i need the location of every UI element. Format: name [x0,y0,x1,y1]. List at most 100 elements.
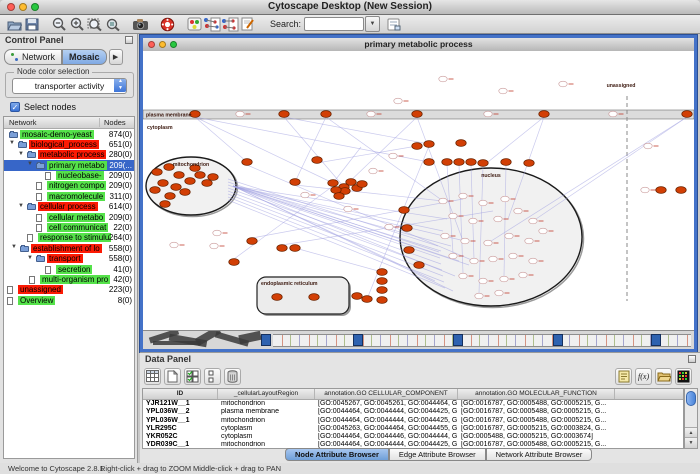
column-header-0[interactable]: ID [143,389,218,399]
network-node[interactable] [171,184,181,191]
annotation-icon[interactable] [239,16,257,32]
table-row-YPL036W__2[interactable]: YPL036W__2plasma membrane[GO:0044464, GO… [143,408,683,416]
table-row-YPL036W__1[interactable]: YPL036W__1mitochondrion[GO:0044464, GO:0… [143,417,683,425]
network-node[interactable] [509,253,517,259]
network-node[interactable] [449,213,457,219]
network-node[interactable] [475,293,483,299]
network-node[interactable] [439,76,447,82]
network-node[interactable] [412,143,422,150]
network-node[interactable] [328,180,338,187]
network-node[interactable] [478,160,488,167]
search-input[interactable] [304,17,364,31]
table-scrollbar[interactable]: ▲ ▼ [684,388,698,449]
network-node[interactable] [442,159,452,166]
network-node[interactable] [272,294,282,301]
network-node[interactable] [150,187,160,194]
network-node[interactable] [441,233,449,239]
column-header-3[interactable]: annotation.GO MOLECULAR_FUNCTION [458,389,615,399]
network-node[interactable] [229,259,239,266]
network-node[interactable] [529,218,537,224]
tree-item-primary-metabo[interactable]: ▼primary metabo209(... [4,160,134,170]
network-node[interactable] [404,247,414,254]
float-panel-icon[interactable] [125,36,133,44]
tree-item-secretion[interactable]: secretion41(0) [4,264,134,274]
network-node[interactable] [514,208,522,214]
network-view-titlebar[interactable]: primary metabolic process [143,38,694,52]
network-node[interactable] [158,180,168,187]
tree-item-transport[interactable]: ▼transport558(0) [4,254,134,264]
network-node[interactable] [454,159,464,166]
network-node[interactable] [180,189,190,196]
layout-network-b-icon[interactable] [221,16,239,32]
network-node[interactable] [456,140,466,147]
network-node[interactable] [290,245,300,252]
tab-mosaic[interactable]: Mosaic [62,49,107,65]
attribute-table-icon[interactable] [144,368,161,385]
network-node[interactable] [470,258,478,264]
network-node[interactable] [412,111,422,118]
network-node[interactable] [377,287,387,294]
network-node[interactable] [500,276,508,282]
scrollbar-thumb[interactable] [686,391,696,406]
unselect-attributes-icon[interactable] [204,368,221,385]
network-node[interactable] [524,160,534,167]
float-panel-icon[interactable] [688,355,696,363]
network-node[interactable] [195,172,205,179]
tab-network-attribute-browser[interactable]: Network Attribute Browser [486,448,593,461]
network-node[interactable] [559,81,567,87]
network-node[interactable] [539,228,547,234]
network-node[interactable] [208,174,218,181]
network-node[interactable] [309,294,319,301]
snapshot-camera-icon[interactable] [131,16,149,32]
zoom-in-icon[interactable] [68,16,86,32]
zoom-selected-icon[interactable] [104,16,122,32]
network-node[interactable] [501,159,511,166]
network-node[interactable] [494,216,502,222]
tree-item-cellular-process[interactable]: ▼cellular process614(0) [4,202,134,212]
disclosure-triangle-icon[interactable]: ▼ [27,255,33,261]
network-node[interactable] [210,243,218,249]
network-node[interactable] [202,180,212,187]
vizmapper-icon[interactable] [185,16,203,32]
zoom-fit-icon[interactable] [86,16,104,32]
network-node[interactable] [414,262,424,269]
network-node[interactable] [529,258,537,264]
network-node[interactable] [277,245,287,252]
network-node[interactable] [213,230,221,236]
network-node[interactable] [676,187,686,194]
network-node[interactable] [459,273,467,279]
network-node[interactable] [424,141,434,148]
network-node[interactable] [501,196,509,202]
attribute-editor-icon[interactable] [385,16,403,32]
network-node[interactable] [362,296,372,303]
table-row-YLR295C[interactable]: YLR295Ccytoplasm[GO:0045263, GO:0044464,… [143,425,683,433]
search-dropdown-arrow-icon[interactable]: ▼ [365,16,380,32]
column-header-1[interactable]: _cellularLayoutRegion [218,389,315,399]
network-node[interactable] [609,111,617,117]
network-node[interactable] [539,111,549,118]
tree-item-establishment-of-lo[interactable]: ▼establishment of lo558(0) [4,243,134,253]
network-node[interactable] [399,207,409,214]
table-row-YJR121W__1[interactable]: YJR121W__1mitochondrion[GO:0045267, GO:0… [143,400,683,408]
network-node[interactable] [367,111,375,117]
network-node[interactable] [449,253,457,259]
network-node[interactable] [346,179,356,186]
network-node[interactable] [402,225,412,232]
network-node[interactable] [682,111,692,118]
tree-item-nitrogen-compo[interactable]: nitrogen compo209(0) [4,181,134,191]
save-session-button[interactable] [23,16,41,32]
column-header-2[interactable]: annotation.GO CELLULAR_COMPONENT [315,389,458,399]
tree-item-macromolecule[interactable]: macromolecule311(0) [4,191,134,201]
tab-edge-attribute-browser[interactable]: Edge Attribute Browser [389,448,486,461]
network-node[interactable] [369,168,377,174]
tree-item-biological-process[interactable]: ▼biological_process651(0) [4,139,134,149]
network-node[interactable] [479,278,487,284]
network-node[interactable] [505,233,513,239]
disclosure-triangle-icon[interactable]: ▼ [18,203,24,209]
network-node[interactable] [174,172,184,179]
network-node[interactable] [424,159,434,166]
network-node[interactable] [160,201,170,208]
network-node[interactable] [185,178,195,185]
network-node[interactable] [495,290,503,296]
open-session-button[interactable] [5,16,23,32]
